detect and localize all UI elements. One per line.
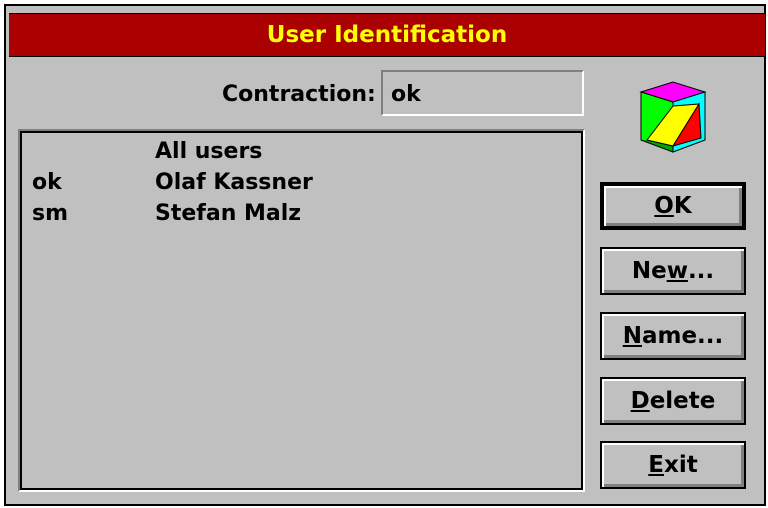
colored-cube-icon: [639, 81, 707, 153]
contraction-input[interactable]: ok: [381, 70, 584, 116]
new-mnemonic: w: [666, 258, 688, 284]
user-name: Olaf Kassner: [155, 170, 313, 195]
user-name: Stefan Malz: [155, 201, 302, 226]
exit-mnemonic: E: [648, 452, 664, 478]
title-bar[interactable]: User Identification: [9, 13, 765, 57]
name-button[interactable]: Name...: [600, 312, 746, 360]
exit-button[interactable]: Exit: [600, 441, 746, 489]
name-mnemonic: N: [622, 323, 642, 349]
new-button[interactable]: Ne w...: [600, 247, 746, 295]
delete-button[interactable]: Delete: [600, 377, 746, 425]
user-name: All users: [155, 139, 263, 164]
delete-mnemonic: D: [630, 388, 650, 414]
ok-button[interactable]: OK: [600, 182, 746, 230]
new-label-b: ...: [687, 258, 715, 284]
ok-rest: K: [673, 193, 692, 219]
name-label-rest: ame...: [641, 323, 724, 349]
new-label-a: Ne: [631, 258, 667, 284]
window-title: User Identification: [266, 22, 508, 48]
ok-mnemonic: O: [654, 193, 674, 219]
user-list-frame: All users ok Olaf Kassner sm Stefan Malz: [20, 131, 583, 490]
user-code: ok: [32, 170, 62, 195]
delete-label-rest: elete: [649, 388, 716, 414]
user-list[interactable]: All users ok Olaf Kassner sm Stefan Malz: [18, 129, 585, 492]
exit-label-rest: xit: [664, 452, 698, 478]
user-code: sm: [32, 201, 69, 226]
contraction-label: Contraction:: [222, 82, 376, 107]
contraction-value: ok: [391, 82, 421, 107]
